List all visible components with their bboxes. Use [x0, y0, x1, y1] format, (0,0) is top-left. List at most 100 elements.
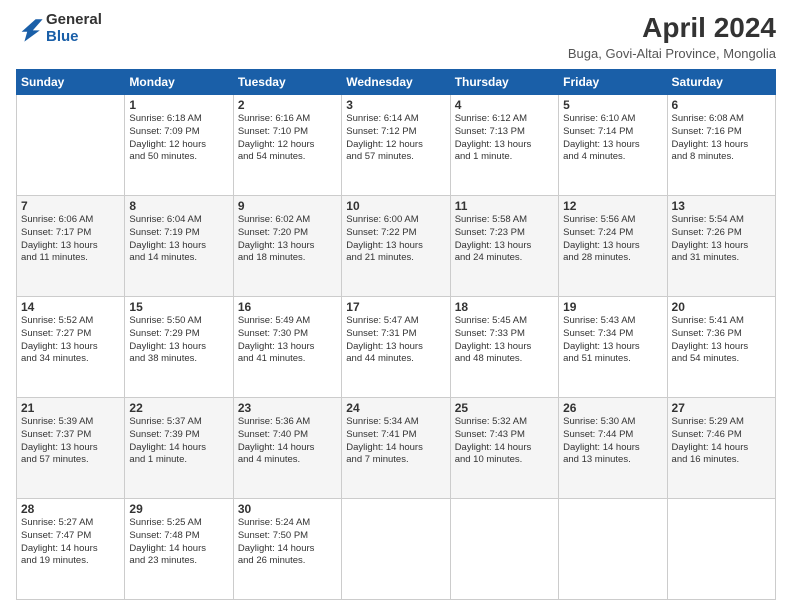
day-number: 24	[346, 401, 445, 415]
day-number: 19	[563, 300, 662, 314]
header-monday: Monday	[125, 70, 233, 95]
day-number: 4	[455, 98, 554, 112]
day-info: Sunrise: 5:34 AM Sunset: 7:41 PM Dayligh…	[346, 416, 445, 467]
weekday-header-row: Sunday Monday Tuesday Wednesday Thursday…	[17, 70, 776, 95]
day-info: Sunrise: 5:29 AM Sunset: 7:46 PM Dayligh…	[672, 416, 771, 467]
table-cell	[342, 499, 450, 600]
day-info: Sunrise: 6:10 AM Sunset: 7:14 PM Dayligh…	[563, 113, 662, 164]
day-number: 26	[563, 401, 662, 415]
day-info: Sunrise: 5:36 AM Sunset: 7:40 PM Dayligh…	[238, 416, 337, 467]
day-info: Sunrise: 5:43 AM Sunset: 7:34 PM Dayligh…	[563, 315, 662, 366]
day-info: Sunrise: 5:27 AM Sunset: 7:47 PM Dayligh…	[21, 517, 120, 568]
table-cell: 6Sunrise: 6:08 AM Sunset: 7:16 PM Daylig…	[667, 95, 775, 196]
day-info: Sunrise: 5:45 AM Sunset: 7:33 PM Dayligh…	[455, 315, 554, 366]
week-row-0: 1Sunrise: 6:18 AM Sunset: 7:09 PM Daylig…	[17, 95, 776, 196]
day-info: Sunrise: 6:06 AM Sunset: 7:17 PM Dayligh…	[21, 214, 120, 265]
table-cell: 20Sunrise: 5:41 AM Sunset: 7:36 PM Dayli…	[667, 297, 775, 398]
header-sunday: Sunday	[17, 70, 125, 95]
day-number: 5	[563, 98, 662, 112]
day-info: Sunrise: 5:30 AM Sunset: 7:44 PM Dayligh…	[563, 416, 662, 467]
table-cell: 10Sunrise: 6:00 AM Sunset: 7:22 PM Dayli…	[342, 196, 450, 297]
day-info: Sunrise: 5:32 AM Sunset: 7:43 PM Dayligh…	[455, 416, 554, 467]
day-info: Sunrise: 6:12 AM Sunset: 7:13 PM Dayligh…	[455, 113, 554, 164]
table-cell: 13Sunrise: 5:54 AM Sunset: 7:26 PM Dayli…	[667, 196, 775, 297]
day-number: 23	[238, 401, 337, 415]
table-cell: 19Sunrise: 5:43 AM Sunset: 7:34 PM Dayli…	[559, 297, 667, 398]
table-cell: 12Sunrise: 5:56 AM Sunset: 7:24 PM Dayli…	[559, 196, 667, 297]
day-info: Sunrise: 5:58 AM Sunset: 7:23 PM Dayligh…	[455, 214, 554, 265]
calendar-table: Sunday Monday Tuesday Wednesday Thursday…	[16, 69, 776, 600]
day-number: 13	[672, 199, 771, 213]
header-saturday: Saturday	[667, 70, 775, 95]
logo-general-text: General	[46, 12, 102, 29]
table-cell: 22Sunrise: 5:37 AM Sunset: 7:39 PM Dayli…	[125, 398, 233, 499]
page: General Blue April 2024 Buga, Govi-Altai…	[0, 0, 792, 612]
day-number: 30	[238, 502, 337, 516]
day-number: 25	[455, 401, 554, 415]
header: General Blue April 2024 Buga, Govi-Altai…	[16, 12, 776, 61]
day-info: Sunrise: 6:14 AM Sunset: 7:12 PM Dayligh…	[346, 113, 445, 164]
day-number: 8	[129, 199, 228, 213]
logo-blue-text: Blue	[46, 29, 102, 46]
day-number: 7	[21, 199, 120, 213]
week-row-3: 21Sunrise: 5:39 AM Sunset: 7:37 PM Dayli…	[17, 398, 776, 499]
day-number: 12	[563, 199, 662, 213]
table-cell	[17, 95, 125, 196]
table-cell: 26Sunrise: 5:30 AM Sunset: 7:44 PM Dayli…	[559, 398, 667, 499]
table-cell: 27Sunrise: 5:29 AM Sunset: 7:46 PM Dayli…	[667, 398, 775, 499]
day-info: Sunrise: 5:47 AM Sunset: 7:31 PM Dayligh…	[346, 315, 445, 366]
table-cell: 21Sunrise: 5:39 AM Sunset: 7:37 PM Dayli…	[17, 398, 125, 499]
table-cell: 30Sunrise: 5:24 AM Sunset: 7:50 PM Dayli…	[233, 499, 341, 600]
day-number: 1	[129, 98, 228, 112]
table-cell: 1Sunrise: 6:18 AM Sunset: 7:09 PM Daylig…	[125, 95, 233, 196]
table-cell: 29Sunrise: 5:25 AM Sunset: 7:48 PM Dayli…	[125, 499, 233, 600]
day-number: 11	[455, 199, 554, 213]
day-number: 21	[21, 401, 120, 415]
table-cell: 14Sunrise: 5:52 AM Sunset: 7:27 PM Dayli…	[17, 297, 125, 398]
table-cell: 15Sunrise: 5:50 AM Sunset: 7:29 PM Dayli…	[125, 297, 233, 398]
table-cell: 17Sunrise: 5:47 AM Sunset: 7:31 PM Dayli…	[342, 297, 450, 398]
day-info: Sunrise: 6:04 AM Sunset: 7:19 PM Dayligh…	[129, 214, 228, 265]
day-number: 6	[672, 98, 771, 112]
week-row-4: 28Sunrise: 5:27 AM Sunset: 7:47 PM Dayli…	[17, 499, 776, 600]
day-info: Sunrise: 5:56 AM Sunset: 7:24 PM Dayligh…	[563, 214, 662, 265]
day-info: Sunrise: 5:24 AM Sunset: 7:50 PM Dayligh…	[238, 517, 337, 568]
table-cell: 11Sunrise: 5:58 AM Sunset: 7:23 PM Dayli…	[450, 196, 558, 297]
day-info: Sunrise: 6:16 AM Sunset: 7:10 PM Dayligh…	[238, 113, 337, 164]
day-number: 20	[672, 300, 771, 314]
day-info: Sunrise: 5:25 AM Sunset: 7:48 PM Dayligh…	[129, 517, 228, 568]
day-number: 22	[129, 401, 228, 415]
header-wednesday: Wednesday	[342, 70, 450, 95]
day-number: 16	[238, 300, 337, 314]
table-cell: 8Sunrise: 6:04 AM Sunset: 7:19 PM Daylig…	[125, 196, 233, 297]
table-cell: 23Sunrise: 5:36 AM Sunset: 7:40 PM Dayli…	[233, 398, 341, 499]
day-info: Sunrise: 5:39 AM Sunset: 7:37 PM Dayligh…	[21, 416, 120, 467]
day-number: 28	[21, 502, 120, 516]
day-info: Sunrise: 5:37 AM Sunset: 7:39 PM Dayligh…	[129, 416, 228, 467]
day-info: Sunrise: 5:52 AM Sunset: 7:27 PM Dayligh…	[21, 315, 120, 366]
day-info: Sunrise: 6:08 AM Sunset: 7:16 PM Dayligh…	[672, 113, 771, 164]
day-info: Sunrise: 5:41 AM Sunset: 7:36 PM Dayligh…	[672, 315, 771, 366]
table-cell: 28Sunrise: 5:27 AM Sunset: 7:47 PM Dayli…	[17, 499, 125, 600]
week-row-1: 7Sunrise: 6:06 AM Sunset: 7:17 PM Daylig…	[17, 196, 776, 297]
logo-text: General Blue	[46, 12, 102, 45]
day-info: Sunrise: 6:00 AM Sunset: 7:22 PM Dayligh…	[346, 214, 445, 265]
table-cell: 9Sunrise: 6:02 AM Sunset: 7:20 PM Daylig…	[233, 196, 341, 297]
main-title: April 2024	[568, 12, 776, 44]
day-number: 17	[346, 300, 445, 314]
day-number: 15	[129, 300, 228, 314]
day-number: 29	[129, 502, 228, 516]
logo: General Blue	[16, 12, 102, 45]
table-cell: 5Sunrise: 6:10 AM Sunset: 7:14 PM Daylig…	[559, 95, 667, 196]
day-number: 9	[238, 199, 337, 213]
table-cell	[559, 499, 667, 600]
table-cell: 2Sunrise: 6:16 AM Sunset: 7:10 PM Daylig…	[233, 95, 341, 196]
header-thursday: Thursday	[450, 70, 558, 95]
table-cell: 18Sunrise: 5:45 AM Sunset: 7:33 PM Dayli…	[450, 297, 558, 398]
table-cell: 3Sunrise: 6:14 AM Sunset: 7:12 PM Daylig…	[342, 95, 450, 196]
title-block: April 2024 Buga, Govi-Altai Province, Mo…	[568, 12, 776, 61]
subtitle: Buga, Govi-Altai Province, Mongolia	[568, 46, 776, 61]
table-cell: 4Sunrise: 6:12 AM Sunset: 7:13 PM Daylig…	[450, 95, 558, 196]
day-number: 3	[346, 98, 445, 112]
day-number: 27	[672, 401, 771, 415]
